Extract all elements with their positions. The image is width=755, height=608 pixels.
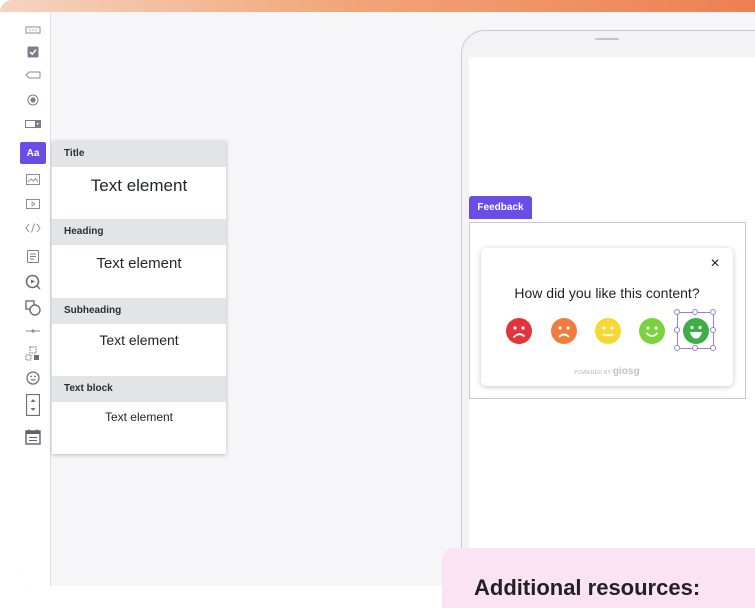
tool-divider[interactable] — [20, 320, 46, 342]
neutral-face-icon[interactable] — [594, 317, 622, 345]
resize-handle[interactable] — [710, 309, 716, 315]
resize-handle[interactable] — [692, 309, 698, 315]
tool-video[interactable] — [20, 193, 46, 215]
calendar-icon — [25, 429, 41, 445]
sample-subheading-text[interactable]: Text element — [52, 332, 226, 348]
tool-shapes[interactable] — [20, 297, 46, 319]
powered-by-footer: POWERED BY giosg — [481, 366, 733, 377]
section-heading-heading: Heading — [52, 219, 226, 245]
sample-title-text[interactable]: Text element — [52, 176, 226, 196]
chat-bubble-icon — [25, 274, 41, 290]
grid-select-icon — [25, 346, 39, 361]
additional-resources-box: Additional resources: — [442, 548, 755, 608]
tool-calendar[interactable] — [20, 426, 46, 448]
tool-input-field[interactable] — [20, 19, 46, 41]
section-heading-text-block: Text block — [52, 376, 226, 402]
resize-handle[interactable] — [710, 345, 716, 351]
tool-text[interactable]: Aa — [20, 142, 46, 164]
label-tag-icon — [25, 71, 41, 79]
resize-handle[interactable] — [692, 345, 698, 351]
emoji-rating-icon — [26, 371, 40, 385]
feedback-question: How did you like this content? — [514, 285, 700, 301]
additional-resources-title: Additional resources: — [474, 575, 701, 600]
section-heading-title: Title — [52, 141, 226, 167]
selection-handles[interactable] — [674, 309, 716, 351]
form-icon — [27, 249, 39, 263]
close-icon[interactable]: × — [707, 256, 723, 272]
resize-handle[interactable] — [674, 309, 680, 315]
divider-icon — [26, 329, 40, 333]
tool-checkbox[interactable] — [20, 41, 46, 63]
image-icon — [26, 173, 40, 185]
feedback-tag[interactable]: Feedback — [469, 196, 532, 219]
code-icon — [25, 223, 41, 233]
video-icon — [26, 199, 40, 209]
shapes-icon — [25, 300, 41, 316]
resize-handle[interactable] — [674, 327, 680, 333]
sample-text-block[interactable]: Text element — [52, 410, 226, 424]
brand-logo-text: giosg — [612, 366, 640, 377]
phone-speaker — [595, 38, 619, 40]
sample-heading-text[interactable]: Text element — [52, 255, 226, 272]
happy-face-icon[interactable] — [638, 317, 666, 345]
text-icon: Aa — [26, 147, 40, 159]
tool-code[interactable] — [20, 217, 46, 239]
resize-handle[interactable] — [674, 345, 680, 351]
tool-radio[interactable] — [20, 89, 46, 111]
unhappy-face-icon[interactable] — [550, 317, 578, 345]
tool-dropdown[interactable] — [20, 113, 46, 135]
input-field-icon — [25, 26, 41, 34]
very-unhappy-face-icon[interactable] — [505, 317, 533, 345]
tool-stepper[interactable] — [20, 390, 46, 420]
tool-form[interactable] — [20, 245, 46, 267]
top-accent-bar — [0, 0, 755, 12]
radio-icon — [27, 94, 39, 106]
tool-label[interactable] — [20, 64, 46, 86]
text-elements-panel: Title Text element Heading Text element … — [52, 141, 226, 454]
tool-image[interactable] — [20, 168, 46, 190]
resize-handle[interactable] — [710, 327, 716, 333]
tool-grid-select[interactable] — [20, 343, 46, 365]
element-toolbar: Aa — [16, 12, 51, 586]
section-heading-subheading: Subheading — [52, 298, 226, 324]
checkbox-icon — [27, 46, 39, 58]
tool-chat[interactable] — [20, 271, 46, 293]
tool-emoji-rating[interactable] — [20, 367, 46, 389]
stepper-icon — [26, 394, 40, 416]
powered-by-label: POWERED BY — [574, 370, 612, 376]
dropdown-icon — [25, 120, 41, 128]
